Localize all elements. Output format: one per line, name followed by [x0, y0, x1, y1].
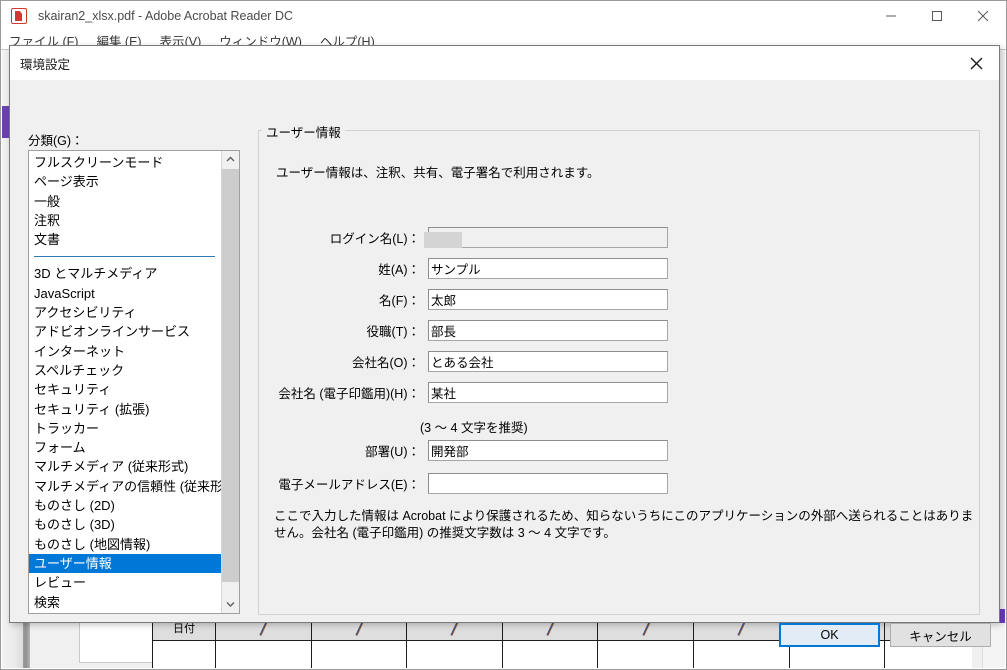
chevron-down-icon[interactable] — [222, 596, 239, 613]
window-title: skairan2_xlsx.pdf - Adobe Acrobat Reader… — [38, 9, 293, 23]
category-item[interactable]: セキュリティ (拡張) — [29, 400, 223, 419]
category-label: 分類(G)： — [28, 134, 84, 148]
category-item[interactable]: JavaScript — [29, 284, 223, 303]
login-name-redaction-block — [424, 232, 462, 248]
label-last-name: 姓(A)： — [378, 262, 420, 277]
group-legend: ユーザー情報 — [262, 122, 345, 141]
field-row-organization-stamp: 会社名 (電子印鑑用)(H)： — [272, 381, 668, 403]
email-input[interactable] — [428, 472, 668, 494]
close-icon[interactable] — [954, 47, 999, 80]
preferences-dialog: 環境設定 分類(G)： フルスクリーンモード ページ表示 一般 注釈 文書 3D… — [9, 45, 1000, 647]
field-row-email: 電子メールアドレス(E)： — [272, 472, 668, 494]
close-icon[interactable] — [960, 1, 1006, 31]
user-information-group — [258, 130, 980, 615]
field-row-title: 役職(T)： — [272, 319, 668, 341]
cancel-button[interactable]: キャンセル — [890, 623, 991, 647]
organization-input[interactable] — [428, 350, 668, 372]
field-row-first-name: 名(F)： — [272, 288, 668, 310]
table-cell — [501, 640, 599, 668]
first-name-input[interactable] — [428, 288, 668, 310]
field-row-organization: 会社名(O)： — [272, 350, 668, 372]
last-name-input[interactable] — [428, 257, 668, 279]
category-item[interactable]: マルチメディア (従来形式) — [29, 457, 223, 476]
category-item-user-information[interactable]: ユーザー情報 — [29, 553, 223, 574]
window-titlebar: skairan2_xlsx.pdf - Adobe Acrobat Reader… — [1, 1, 1006, 31]
category-item[interactable]: フルスクリーンモード — [29, 153, 223, 172]
category-list-scrollbar[interactable] — [221, 151, 239, 613]
dialog-title: 環境設定 — [20, 57, 71, 72]
department-input[interactable] — [428, 439, 668, 461]
category-item[interactable]: 言語 — [29, 612, 223, 613]
label-organization-stamp: 会社名 (電子印鑑用)(H)： — [278, 386, 420, 401]
category-listbox[interactable]: フルスクリーンモード ページ表示 一般 注釈 文書 3D とマルチメディア Ja… — [28, 150, 240, 614]
scrollbar-thumb[interactable] — [222, 169, 239, 582]
label-department: 部署(U)： — [365, 444, 420, 459]
table-cell — [152, 640, 216, 668]
label-organization: 会社名(O)： — [351, 355, 420, 370]
category-item[interactable]: セキュリティ — [29, 380, 223, 399]
organization-stamp-input[interactable] — [428, 381, 668, 403]
title-input[interactable] — [428, 319, 668, 341]
table-cell — [406, 640, 503, 668]
table-cell — [692, 640, 790, 668]
chevron-up-icon[interactable] — [222, 151, 239, 168]
pdf-document-icon — [11, 8, 27, 24]
field-row-last-name: 姓(A)： — [272, 257, 668, 279]
privacy-footnote: ここで入力した情報は Acrobat により保護されるため、知らないうちにこのア… — [274, 509, 974, 540]
list-divider — [34, 256, 215, 258]
maximize-icon[interactable] — [914, 1, 960, 31]
table-cell — [310, 640, 408, 668]
category-item[interactable]: 注釈 — [29, 211, 223, 230]
label-email: 電子メールアドレス(E)： — [278, 477, 420, 492]
window-controls — [868, 1, 1006, 31]
category-item[interactable]: ものさし (2D) — [29, 496, 223, 515]
category-item[interactable]: トラッカー — [29, 419, 223, 438]
category-item[interactable]: アドビオンラインサービス — [29, 322, 223, 341]
category-item[interactable]: マルチメディアの信頼性 (従来形式) — [29, 477, 239, 496]
category-item[interactable]: 検索 — [29, 593, 223, 612]
label-login-name: ログイン名(L)： — [329, 231, 420, 246]
character-count-hint: (3 〜 4 文字を推奨) — [420, 421, 528, 435]
category-item[interactable]: 文書 — [29, 230, 223, 249]
category-item[interactable]: フォーム — [29, 438, 223, 457]
acrobat-main-window: skairan2_xlsx.pdf - Adobe Acrobat Reader… — [0, 0, 1007, 670]
label-title: 役職(T)： — [366, 324, 420, 339]
group-description: ユーザー情報は、注釈、共有、電子署名で利用されます。 — [276, 166, 600, 180]
table-cell — [597, 640, 694, 668]
dialog-titlebar: 環境設定 — [10, 46, 999, 80]
category-item[interactable]: スペルチェック — [29, 361, 223, 380]
category-item[interactable]: 3D とマルチメディア — [29, 264, 223, 283]
category-item[interactable]: アクセシビリティ — [29, 303, 223, 322]
ok-button[interactable]: OK — [779, 623, 880, 647]
login-name-input[interactable] — [428, 226, 668, 248]
field-row-department: 部署(U)： — [272, 439, 668, 461]
field-row-login-name: ログイン名(L)： — [272, 226, 668, 248]
label-first-name: 名(F)： — [379, 293, 420, 308]
category-list: フルスクリーンモード ページ表示 一般 注釈 文書 3D とマルチメディア Ja… — [29, 151, 239, 613]
category-item[interactable]: 一般 — [29, 192, 223, 211]
category-item[interactable]: レビュー — [29, 573, 223, 592]
category-item[interactable]: ページ表示 — [29, 172, 223, 191]
category-item[interactable]: インターネット — [29, 342, 223, 361]
category-item[interactable]: ものさし (3D) — [29, 515, 223, 534]
table-cell — [215, 640, 312, 668]
minimize-icon[interactable] — [868, 1, 914, 31]
dialog-body: 分類(G)： フルスクリーンモード ページ表示 一般 注釈 文書 3D とマルチ… — [10, 80, 999, 647]
category-item[interactable]: ものさし (地図情報) — [29, 535, 223, 554]
